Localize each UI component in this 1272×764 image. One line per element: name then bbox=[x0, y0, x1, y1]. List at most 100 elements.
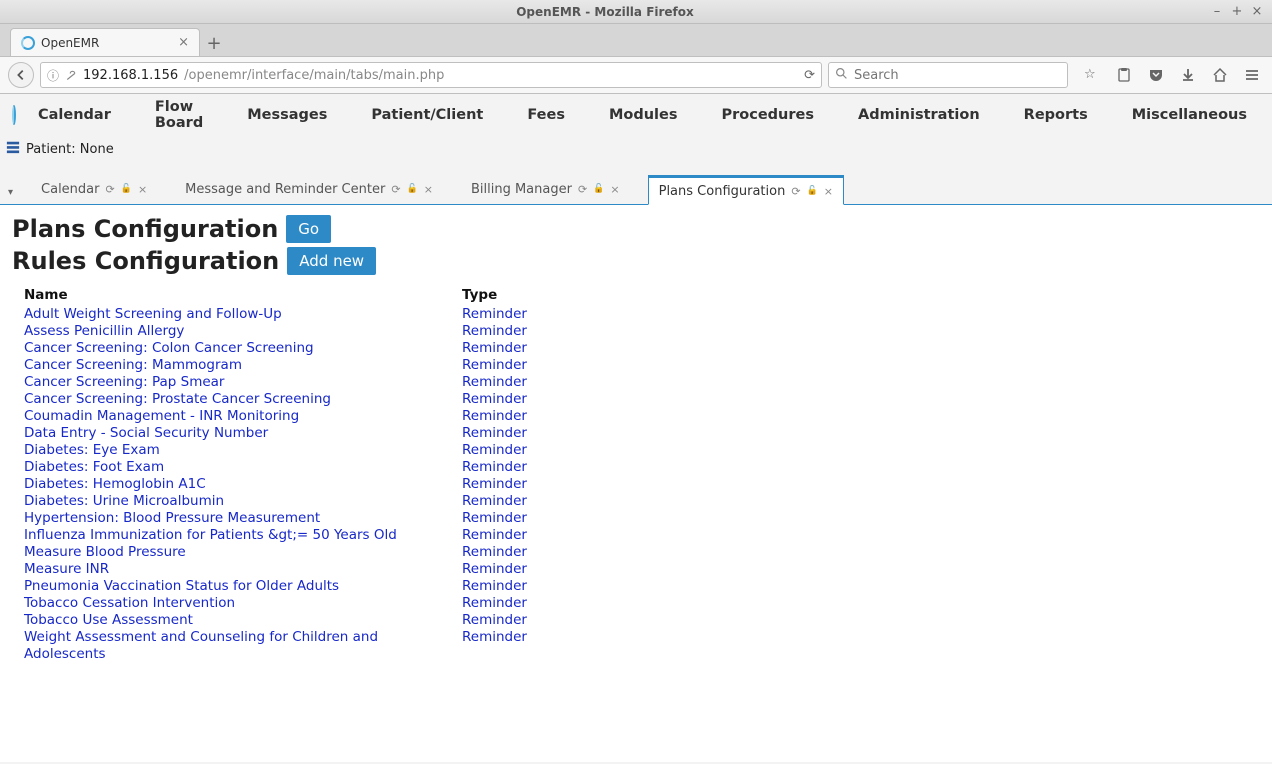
rule-name-link[interactable]: Adult Weight Screening and Follow-Up bbox=[24, 306, 282, 322]
inner-tab-billing-manager[interactable]: Billing Manager⟳🔓× bbox=[461, 174, 630, 204]
col-name-header: Name bbox=[24, 287, 462, 303]
rule-type-link[interactable]: Reminder bbox=[462, 374, 527, 390]
openemr-logo-icon[interactable] bbox=[12, 105, 16, 125]
plans-go-button[interactable]: Go bbox=[286, 215, 331, 243]
tabs-caret-icon[interactable]: ▾ bbox=[8, 187, 13, 204]
rule-name-link[interactable]: Diabetes: Eye Exam bbox=[24, 442, 160, 458]
rule-type-link[interactable]: Reminder bbox=[462, 527, 527, 543]
rule-name-link[interactable]: Diabetes: Urine Microalbumin bbox=[24, 493, 224, 509]
close-icon[interactable]: × bbox=[424, 183, 433, 196]
back-button[interactable] bbox=[8, 62, 34, 88]
rule-name-link[interactable]: Diabetes: Hemoglobin A1C bbox=[24, 476, 206, 492]
menu-item-modules[interactable]: Modules bbox=[609, 107, 678, 123]
home-icon[interactable] bbox=[1212, 67, 1228, 83]
browser-toolbar: ⓘ 192.168.1.156/openemr/interface/main/t… bbox=[0, 56, 1272, 94]
table-row: Assess Penicillin Allergy Reminder bbox=[24, 323, 1260, 340]
rule-name-link[interactable]: Cancer Screening: Prostate Cancer Screen… bbox=[24, 391, 331, 407]
rule-name-link[interactable]: Coumadin Management - INR Monitoring bbox=[24, 408, 299, 424]
hamburger-menu-icon[interactable] bbox=[1244, 67, 1260, 83]
refresh-icon[interactable]: ⟳ bbox=[791, 185, 800, 198]
window-minimize-button[interactable]: – bbox=[1210, 4, 1224, 19]
rule-name-link[interactable]: Tobacco Cessation Intervention bbox=[24, 595, 235, 611]
rule-name-link[interactable]: Cancer Screening: Pap Smear bbox=[24, 374, 224, 390]
info-icon[interactable]: ⓘ bbox=[47, 67, 59, 84]
table-row: Tobacco Use Assessment Reminder bbox=[24, 612, 1260, 629]
rule-name-link[interactable]: Hypertension: Blood Pressure Measurement bbox=[24, 510, 320, 526]
new-tab-button[interactable]: + bbox=[200, 30, 228, 56]
bookmark-star-icon[interactable]: ☆ bbox=[1084, 67, 1100, 83]
menu-item-procedures[interactable]: Procedures bbox=[722, 107, 815, 123]
rules-add-new-button[interactable]: Add new bbox=[287, 247, 376, 275]
rule-type-link[interactable]: Reminder bbox=[462, 357, 527, 373]
refresh-icon[interactable]: ⟳ bbox=[578, 183, 587, 196]
rule-name-link[interactable]: Diabetes: Foot Exam bbox=[24, 459, 164, 475]
rule-type-link[interactable]: Reminder bbox=[462, 391, 527, 407]
reload-icon[interactable]: ⟳ bbox=[804, 68, 815, 83]
rule-name-link[interactable]: Influenza Immunization for Patients &gt;… bbox=[24, 527, 397, 543]
rule-type-link[interactable]: Reminder bbox=[462, 442, 527, 458]
rule-name-link[interactable]: Assess Penicillin Allergy bbox=[24, 323, 184, 339]
window-close-button[interactable]: × bbox=[1250, 4, 1264, 19]
menu-item-calendar[interactable]: Calendar bbox=[38, 107, 111, 123]
rule-type-link[interactable]: Reminder bbox=[462, 578, 527, 594]
browser-tab[interactable]: OpenEMR × bbox=[10, 28, 200, 56]
table-row: Cancer Screening: Mammogram Reminder bbox=[24, 357, 1260, 374]
inner-tab-label: Message and Reminder Center bbox=[185, 182, 385, 197]
rule-name-link[interactable]: Pneumonia Vaccination Status for Older A… bbox=[24, 578, 339, 594]
address-bar[interactable]: ⓘ 192.168.1.156/openemr/interface/main/t… bbox=[40, 62, 822, 88]
lock-icon[interactable]: 🔓 bbox=[407, 184, 418, 194]
table-row: Diabetes: Foot Exam Reminder bbox=[24, 459, 1260, 476]
close-icon[interactable]: × bbox=[138, 183, 147, 196]
search-input[interactable] bbox=[854, 68, 1061, 83]
rule-name-link[interactable]: Cancer Screening: Mammogram bbox=[24, 357, 242, 373]
lock-icon[interactable]: 🔓 bbox=[593, 184, 604, 194]
lock-icon[interactable]: 🔓 bbox=[807, 186, 818, 196]
close-icon[interactable]: × bbox=[610, 183, 619, 196]
url-path: /openemr/interface/main/tabs/main.php bbox=[184, 68, 444, 83]
rules-table: Name Type Adult Weight Screening and Fol… bbox=[12, 287, 1260, 663]
menu-item-messages[interactable]: Messages bbox=[247, 107, 327, 123]
rule-type-link[interactable]: Reminder bbox=[462, 629, 527, 645]
rule-type-link[interactable]: Reminder bbox=[462, 595, 527, 611]
rule-type-link[interactable]: Reminder bbox=[462, 544, 527, 560]
patient-bar: Patient: None bbox=[0, 136, 1272, 174]
inner-tab-message-and-reminder-center[interactable]: Message and Reminder Center ⟳ 🔓 × bbox=[175, 174, 443, 204]
rule-type-link[interactable]: Reminder bbox=[462, 612, 527, 628]
refresh-icon[interactable]: ⟳ bbox=[106, 183, 115, 196]
rule-type-link[interactable]: Reminder bbox=[462, 561, 527, 577]
rule-type-link[interactable]: Reminder bbox=[462, 425, 527, 441]
patient-list-icon[interactable] bbox=[6, 140, 20, 158]
rule-name-link[interactable]: Measure Blood Pressure bbox=[24, 544, 186, 560]
close-icon[interactable]: × bbox=[824, 185, 833, 198]
inner-tab-plans-configuration[interactable]: Plans Configuration⟳🔓× bbox=[648, 175, 844, 205]
menu-item-administration[interactable]: Administration bbox=[858, 107, 980, 123]
rule-type-link[interactable]: Reminder bbox=[462, 493, 527, 509]
menu-item-patient-client[interactable]: Patient/Client bbox=[371, 107, 483, 123]
rule-type-link[interactable]: Reminder bbox=[462, 306, 527, 322]
pocket-icon[interactable] bbox=[1148, 67, 1164, 83]
rule-type-link[interactable]: Reminder bbox=[462, 459, 527, 475]
rule-type-link[interactable]: Reminder bbox=[462, 476, 527, 492]
window-titlebar: OpenEMR - Mozilla Firefox – + × bbox=[0, 0, 1272, 24]
rule-name-link[interactable]: Weight Assessment and Counseling for Chi… bbox=[24, 629, 378, 662]
menu-item-fees[interactable]: Fees bbox=[527, 107, 565, 123]
inner-tab-calendar[interactable]: Calendar⟳🔓× bbox=[31, 174, 157, 204]
search-bar[interactable] bbox=[828, 62, 1068, 88]
downloads-icon[interactable] bbox=[1180, 67, 1196, 83]
rule-name-link[interactable]: Cancer Screening: Colon Cancer Screening bbox=[24, 340, 314, 356]
clipboard-icon[interactable] bbox=[1116, 67, 1132, 83]
rule-type-link[interactable]: Reminder bbox=[462, 323, 527, 339]
rule-type-link[interactable]: Reminder bbox=[462, 510, 527, 526]
window-maximize-button[interactable]: + bbox=[1230, 4, 1244, 19]
rule-name-link[interactable]: Measure INR bbox=[24, 561, 109, 577]
menu-item-miscellaneous[interactable]: Miscellaneous bbox=[1132, 107, 1247, 123]
menu-item-reports[interactable]: Reports bbox=[1024, 107, 1088, 123]
lock-icon[interactable]: 🔓 bbox=[121, 184, 132, 194]
rule-type-link[interactable]: Reminder bbox=[462, 340, 527, 356]
menu-item-flow-board[interactable]: Flow Board bbox=[155, 99, 203, 131]
rule-name-link[interactable]: Data Entry - Social Security Number bbox=[24, 425, 268, 441]
tab-close-icon[interactable]: × bbox=[178, 35, 189, 50]
refresh-icon[interactable]: ⟳ bbox=[391, 183, 400, 196]
rule-type-link[interactable]: Reminder bbox=[462, 408, 527, 424]
rule-name-link[interactable]: Tobacco Use Assessment bbox=[24, 612, 193, 628]
